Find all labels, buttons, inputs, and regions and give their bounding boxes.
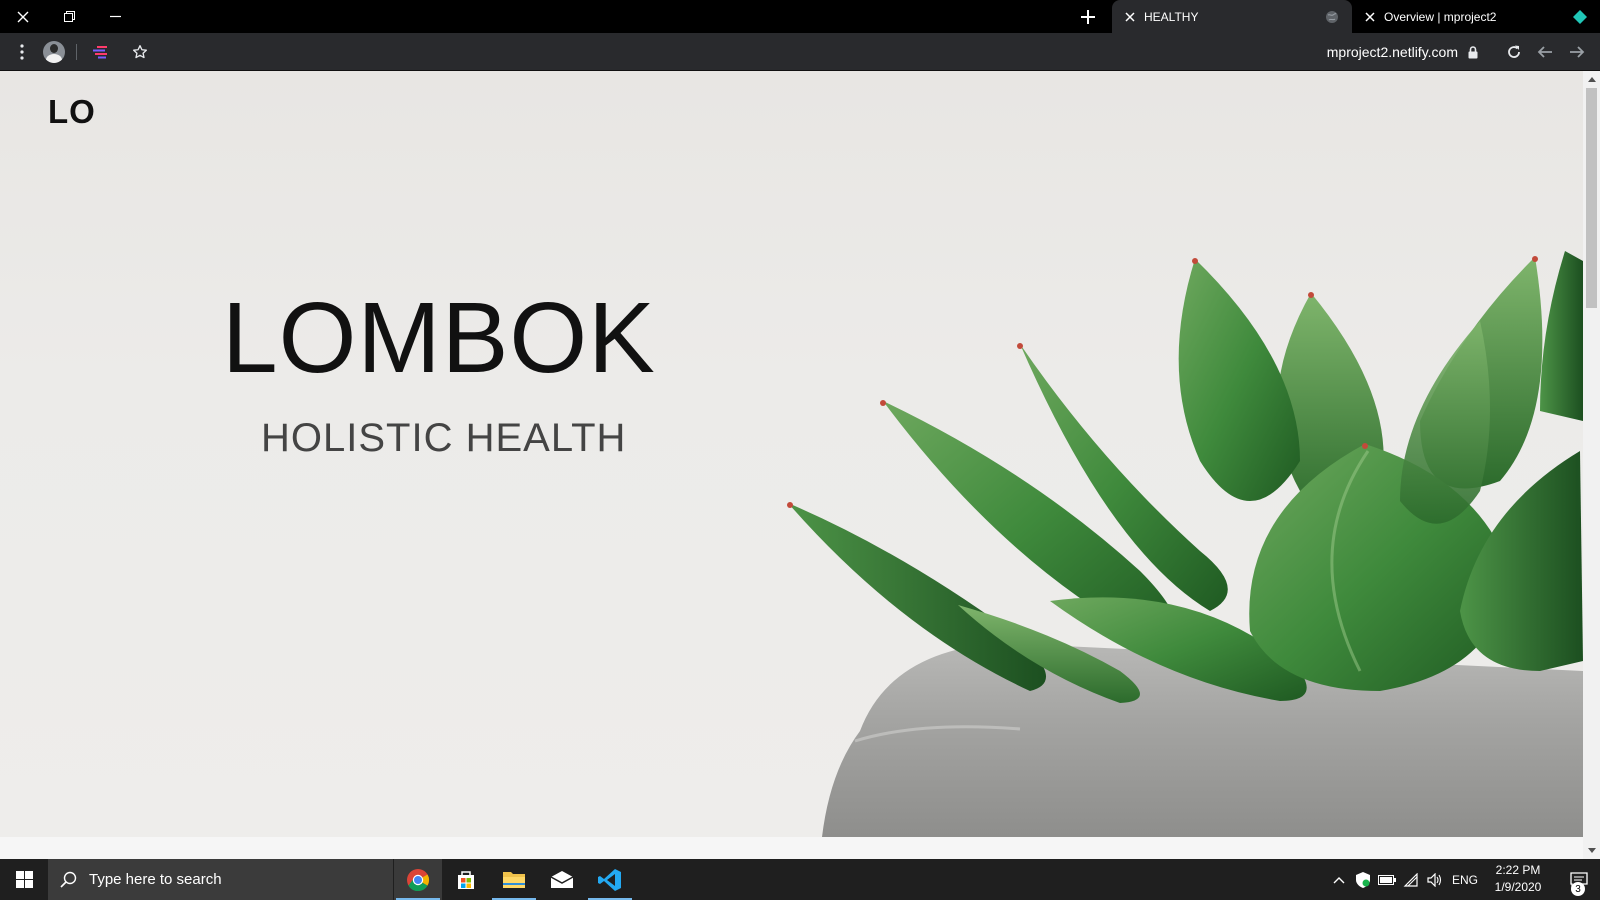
chrome-icon <box>407 868 429 891</box>
taskbar-mail[interactable] <box>538 859 586 900</box>
toolbar-divider <box>76 44 77 60</box>
show-hidden-icons-chevron[interactable] <box>1330 859 1348 900</box>
arrow-right-icon <box>1570 46 1585 58</box>
tab-close-icon[interactable] <box>1364 11 1376 23</box>
page-scrollbar[interactable] <box>1583 71 1600 859</box>
globe-icon <box>1324 9 1340 25</box>
close-icon <box>17 11 29 22</box>
taskbar-chrome[interactable] <box>394 859 442 900</box>
browser-toolbar: mproject2.netlify.com <box>0 33 1600 71</box>
clock-date: 1/9/2020 <box>1494 880 1542 894</box>
scrollbar-thumb[interactable] <box>1586 88 1597 308</box>
site-logo[interactable]: LO <box>48 93 96 131</box>
clock[interactable]: 2:22 PM 1/9/2020 <box>1480 862 1556 896</box>
extension-icon[interactable] <box>88 33 112 71</box>
back-button[interactable] <box>1531 33 1559 71</box>
language-indicator[interactable]: ENG <box>1448 859 1482 900</box>
profile-avatar[interactable] <box>42 33 66 71</box>
search-icon <box>60 871 77 888</box>
windows-logo-icon <box>15 871 33 888</box>
file-explorer-icon <box>503 871 525 888</box>
succulent-plant-image <box>787 251 1583 837</box>
tab-title: HEALTHY <box>1144 9 1199 24</box>
security-shield-icon[interactable] <box>1352 859 1374 900</box>
bookmark-star-icon[interactable] <box>128 33 152 71</box>
lock-icon <box>1468 45 1478 58</box>
taskbar-vscode[interactable] <box>586 859 634 900</box>
window-close-button[interactable] <box>0 0 46 33</box>
vscode-icon <box>598 868 621 891</box>
wifi-icon[interactable] <box>1400 859 1422 900</box>
arrow-left-icon <box>1537 46 1552 58</box>
volume-icon[interactable] <box>1424 859 1446 900</box>
taskbar-search[interactable]: Type here to search <box>48 859 393 900</box>
search-placeholder: Type here to search <box>89 871 222 888</box>
menu-kebab-icon[interactable] <box>12 33 32 71</box>
new-tab-button[interactable] <box>1076 5 1100 29</box>
hero-subtitle: HOLISTIC HEALTH <box>261 416 627 460</box>
address-bar[interactable]: mproject2.netlify.com <box>1060 37 1490 67</box>
clock-time: 2:22 PM <box>1495 863 1541 877</box>
url-text: mproject2.netlify.com <box>1326 44 1458 60</box>
tab-title: Overview | mproject2 <box>1384 9 1497 24</box>
tab-healthy[interactable]: HEALTHY <box>1112 0 1352 33</box>
battery-icon[interactable] <box>1376 859 1398 900</box>
tab-strip: HEALTHY Overview | mproject2 <box>0 0 1600 33</box>
notification-count-badge: 3 <box>1571 882 1585 896</box>
start-button[interactable] <box>0 859 48 900</box>
scroll-down-icon[interactable] <box>1583 842 1600 859</box>
plus-icon <box>1081 10 1095 24</box>
hero-section: LO LOMBOK HOLISTIC HEALTH <box>0 71 1583 837</box>
taskbar-file-explorer[interactable] <box>490 859 538 900</box>
scroll-up-icon[interactable] <box>1583 71 1600 88</box>
window-minimize-button[interactable] <box>92 0 138 33</box>
page-viewport: LO LOMBOK HOLISTIC HEALTH <box>0 71 1600 859</box>
windows-taskbar: Type here to search ENG 2:22 PM 1/9/2020… <box>0 859 1600 900</box>
store-icon <box>458 870 474 889</box>
hero-title: LOMBOK <box>222 282 656 394</box>
reload-button[interactable] <box>1500 33 1528 71</box>
tab-overview[interactable]: Overview | mproject2 <box>1352 0 1600 33</box>
mail-icon <box>550 870 574 888</box>
window-restore-button[interactable] <box>46 0 92 33</box>
forward-button[interactable] <box>1563 33 1591 71</box>
minimize-icon <box>109 15 121 18</box>
tab-close-icon[interactable] <box>1124 11 1136 23</box>
netlify-icon <box>1572 9 1588 25</box>
restore-icon <box>63 11 75 22</box>
reload-icon <box>1508 45 1520 58</box>
taskbar-store[interactable] <box>442 859 490 900</box>
page-bottom-strip <box>0 837 1583 859</box>
